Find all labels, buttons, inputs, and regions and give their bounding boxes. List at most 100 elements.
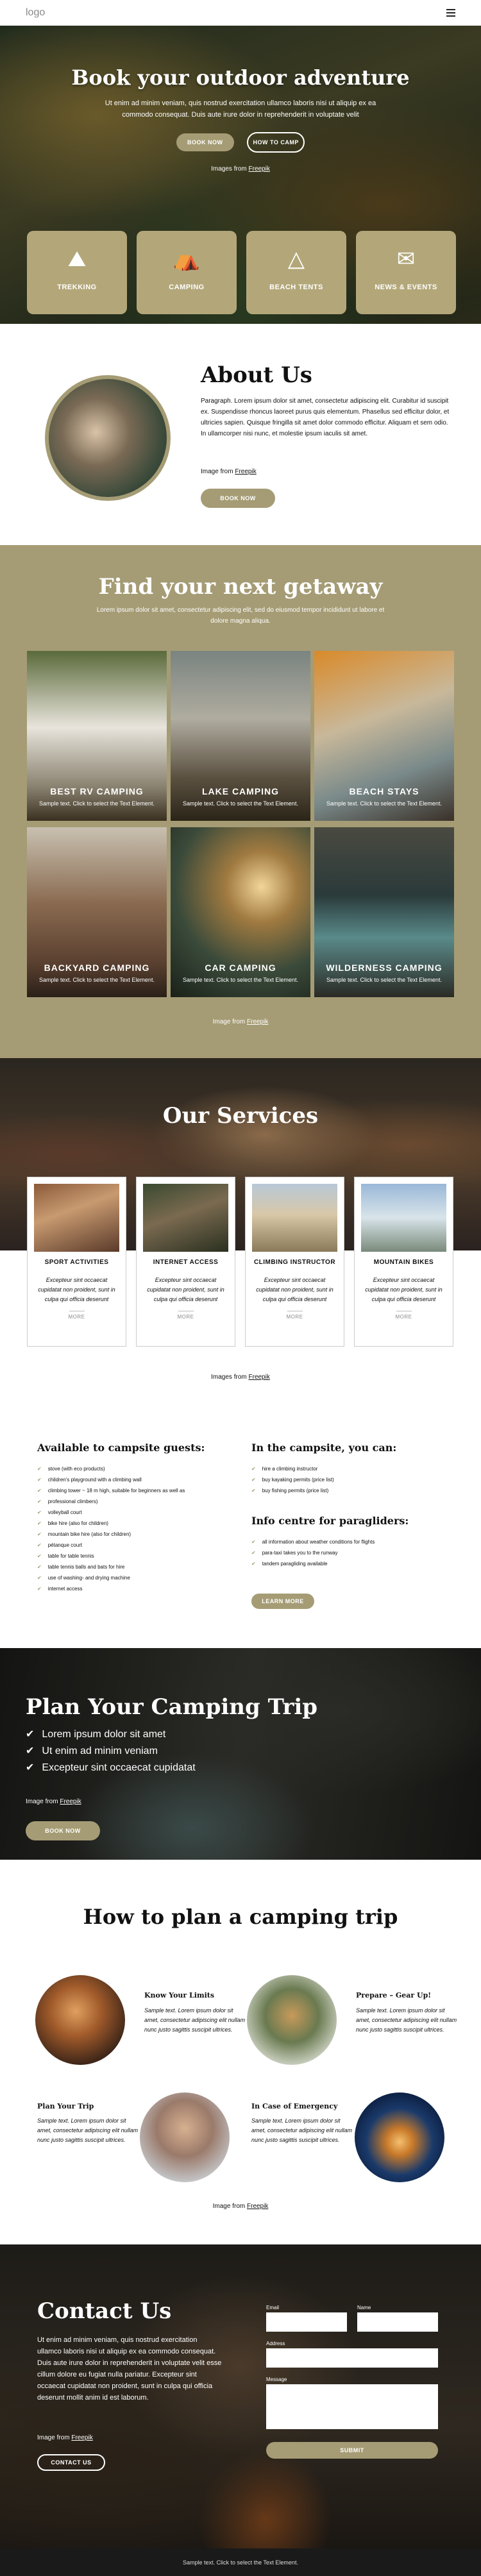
how-to-camp-button[interactable]: HOW TO CAMP [247, 132, 305, 153]
name-field[interactable] [357, 2312, 438, 2332]
feature-label: NEWS & EVENTS [375, 283, 437, 291]
plan-list: Lorem ipsum dolor sit amet Ut enim ad mi… [26, 1726, 196, 1776]
plan-book-now-button[interactable]: BOOK NOW [26, 1821, 100, 1840]
card-backyard-camping[interactable]: BACKYARD CAMPING Sample text. Click to s… [27, 827, 167, 997]
list-item: volleyball court [37, 1507, 185, 1518]
hero-image-credit: Images from Freepik [211, 165, 270, 173]
step-photo [140, 2092, 230, 2182]
freepik-link[interactable]: Freepik [249, 1374, 270, 1381]
feature-beach-tents[interactable]: △ BEACH TENTS [246, 231, 346, 314]
camping-icon: ⛺ [173, 247, 201, 271]
card-car-camping[interactable]: CAR CAMPING Sample text. Click to select… [171, 827, 310, 997]
service-desc: Excepteur sint occaecat cupidatat non pr… [256, 1277, 333, 1302]
how-title: How to plan a camping trip [83, 1905, 398, 1929]
card-beach-stays[interactable]: BEACH STAYS Sample text. Click to select… [314, 651, 454, 821]
trekking-icon: ⛰ [67, 247, 87, 271]
book-now-button[interactable]: BOOK NOW [176, 133, 234, 151]
card-title: BEST RV CAMPING [50, 786, 144, 796]
plan-trip-section: Plan Your Camping Trip Lorem ipsum dolor… [0, 1648, 481, 1860]
freepik-link[interactable]: Freepik [60, 1798, 81, 1805]
hero-lead: Ut enim ad minim veniam, quis nostrud ex… [105, 99, 376, 119]
card-best-rv-camping[interactable]: BEST RV CAMPING Sample text. Click to se… [27, 651, 167, 821]
can-title: In the campsite, you can: [251, 1442, 397, 1454]
card-lake-camping[interactable]: LAKE CAMPING Sample text. Click to selec… [171, 651, 310, 821]
footer: Sample text. Click to select the Text El… [0, 2548, 481, 2576]
service-more-link[interactable]: MORE [137, 1311, 235, 1320]
can-list: hire a climbing instructor buy kayaking … [251, 1463, 334, 1496]
card-wilderness-camping[interactable]: WILDERNESS CAMPING Sample text. Click to… [314, 827, 454, 997]
service-card-sport: SPORT ACTIVITIES Excepteur sint occaecat… [27, 1177, 126, 1347]
services-section: Our Services SPORT ACTIVITIES Excepteur … [0, 1058, 481, 1430]
getaway-title: Find your next getaway [98, 574, 383, 600]
about-title: About Us [201, 362, 312, 388]
card-title: CAR CAMPING [205, 963, 276, 973]
step-photo [355, 2092, 444, 2182]
step-photo [247, 1975, 337, 2065]
feature-camping[interactable]: ⛺ CAMPING [137, 231, 237, 314]
freepik-link[interactable]: Freepik [249, 165, 270, 173]
hero-buttons: BOOK NOW HOW TO CAMP [0, 132, 481, 153]
hero-section: Book your outdoor adventure Ut enim ad m… [0, 26, 481, 324]
about-section: About Us Paragraph. Lorem ipsum dolor si… [0, 324, 481, 545]
card-subtitle: Sample text. Click to select the Text El… [183, 800, 298, 807]
site-header: logo [0, 0, 481, 26]
address-label: Address [266, 2341, 285, 2346]
message-field[interactable] [266, 2384, 438, 2429]
list-item: internet access [37, 1583, 185, 1594]
service-desc: Excepteur sint occaecat cupidatat non pr… [38, 1277, 115, 1302]
logo[interactable]: logo [26, 7, 45, 19]
step-title: Know Your Limits [144, 1991, 215, 1999]
list-item: mountain bike hire (also for children) [37, 1529, 185, 1540]
service-image [252, 1184, 337, 1252]
list-item: professional climbers) [37, 1496, 185, 1507]
service-title: CLIMBING INSTRUCTOR [253, 1259, 336, 1266]
list-item: hire a climbing instructor [251, 1463, 334, 1474]
list-item: table for table tennis [37, 1551, 185, 1562]
about-photo [45, 375, 171, 501]
list-item: Lorem ipsum dolor sit amet [26, 1726, 196, 1743]
card-title: BACKYARD CAMPING [44, 963, 150, 973]
service-more-link[interactable]: MORE [28, 1311, 126, 1320]
step-text: Sample text. Lorem ipsum dolor sit amet,… [356, 2007, 457, 2033]
list-item: pétanque court [37, 1540, 185, 1551]
service-image [34, 1184, 119, 1252]
service-more-link[interactable]: MORE [246, 1311, 344, 1320]
freepik-link[interactable]: Freepik [247, 2203, 268, 2210]
freepik-link[interactable]: Freepik [235, 468, 256, 475]
list-item: bike hire (also for children) [37, 1518, 185, 1529]
email-label: Email [266, 2305, 280, 2311]
service-more-link[interactable]: MORE [355, 1311, 453, 1320]
plan-image-credit: Image from Freepik [26, 1798, 81, 1805]
card-subtitle: Sample text. Click to select the Text El… [326, 800, 442, 807]
how-to-section: How to plan a camping trip Know Your Lim… [0, 1860, 481, 2244]
step-text: Sample text. Lorem ipsum dolor sit amet,… [144, 2007, 246, 2033]
feature-trekking[interactable]: ⛰ TREKKING [27, 231, 127, 314]
step-title: Prepare – Gear Up! [356, 1991, 432, 1999]
available-list: stove (with eco products) children's pla… [37, 1463, 185, 1594]
hamburger-menu-icon[interactable] [446, 9, 455, 17]
service-title: SPORT ACTIVITIES [44, 1259, 109, 1266]
submit-button[interactable]: SUBMIT [266, 2442, 438, 2459]
list-item: table tennis balls and bats for hire [37, 1562, 185, 1572]
learn-more-button[interactable]: LEARN MORE [251, 1594, 314, 1609]
feature-label: TREKKING [57, 283, 97, 291]
freepik-link[interactable]: Freepik [71, 2434, 92, 2441]
card-subtitle: Sample text. Click to select the Text El… [183, 977, 298, 983]
address-field[interactable] [266, 2348, 438, 2368]
email-field[interactable] [266, 2312, 347, 2332]
contact-us-button[interactable]: CONTACT US [37, 2454, 105, 2471]
paragliders-list: all information about weather conditions… [251, 1536, 375, 1569]
feature-news-events[interactable]: ✉ NEWS & EVENTS [356, 231, 456, 314]
services-title: Our Services [162, 1103, 319, 1129]
beach-tent-icon: △ [287, 247, 305, 271]
list-item: buy kayaking permits (price list) [251, 1474, 334, 1485]
services-image-credit: Images from Freepik [211, 1374, 270, 1381]
step-title: Plan Your Trip [37, 2102, 94, 2110]
freepik-link[interactable]: Freepik [247, 1018, 268, 1025]
getaway-image-credit: Image from Freepik [212, 1018, 269, 1025]
plan-title: Plan Your Camping Trip [26, 1694, 318, 1720]
getaway-text: Lorem ipsum dolor sit amet, consectetur … [96, 607, 385, 625]
card-subtitle: Sample text. Click to select the Text El… [39, 800, 155, 807]
service-card-climbing: CLIMBING INSTRUCTOR Excepteur sint occae… [245, 1177, 344, 1347]
about-book-now-button[interactable]: BOOK NOW [201, 489, 275, 508]
